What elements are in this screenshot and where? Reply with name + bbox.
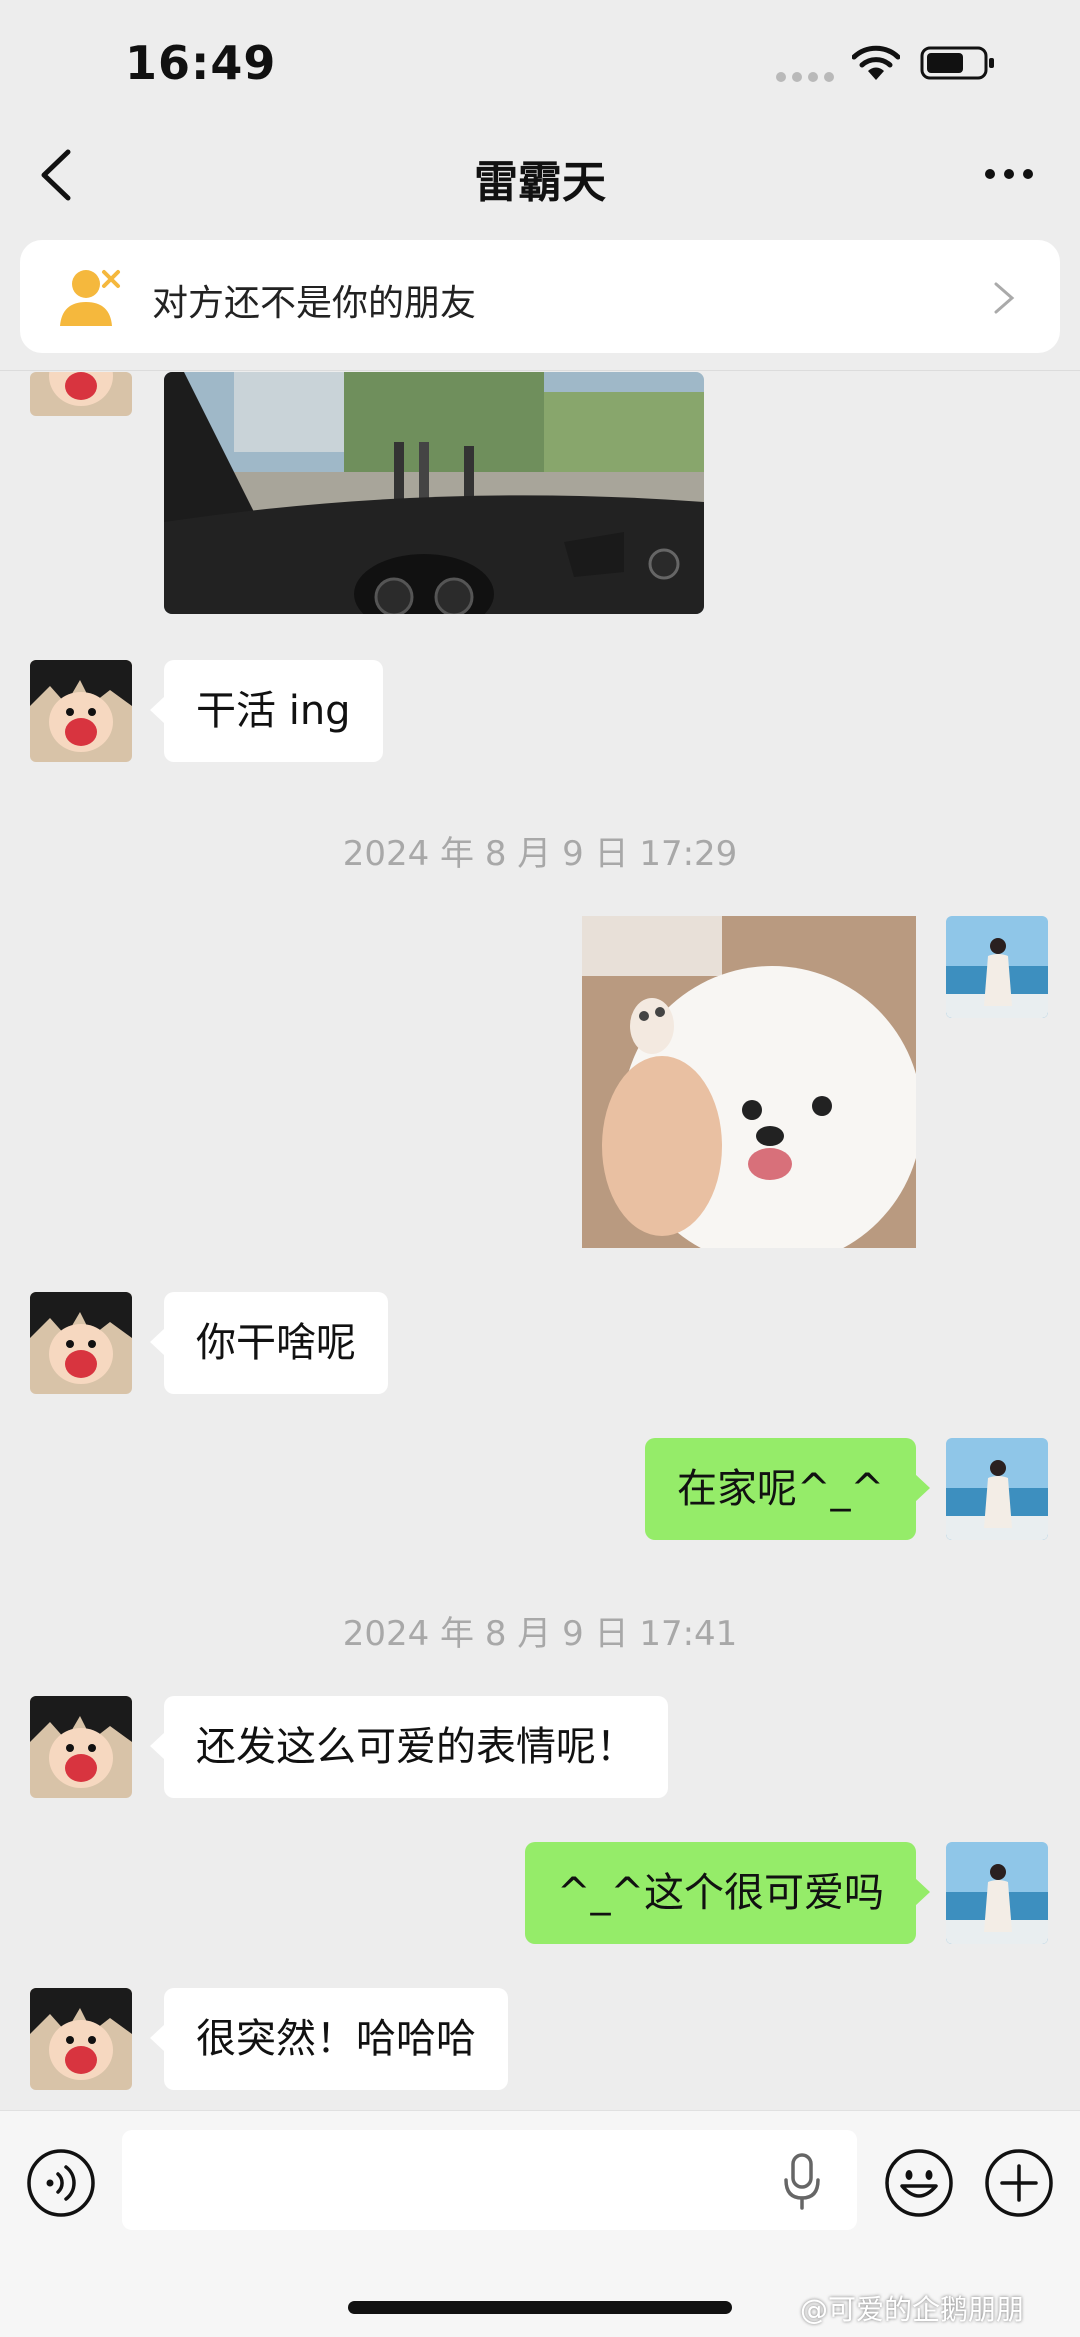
timestamp: 2024 年 8 月 9 日 17:29 <box>342 834 738 874</box>
not-friend-notice[interactable]: 对方还不是你的朋友 <box>20 240 1060 353</box>
notice-text: 对方还不是你的朋友 <box>152 283 477 324</box>
contact-avatar[interactable] <box>30 660 132 762</box>
chat-title: 雷霸天 <box>474 157 606 208</box>
message-bubble-received[interactable]: 干活 ing <box>150 660 383 762</box>
self-avatar[interactable] <box>946 1438 1048 1540</box>
watermark: @可爱的企鹅朋朋 <box>800 2293 1025 2326</box>
user-x-icon <box>60 270 120 326</box>
wifi-icon <box>852 45 900 80</box>
contact-avatar[interactable] <box>30 1696 132 1798</box>
message-bubble-sent[interactable]: 在家呢^_^ <box>644 1438 931 1540</box>
status-time: 16:49 <box>125 36 277 90</box>
message-input[interactable] <box>122 2130 857 2230</box>
self-avatar[interactable] <box>946 1842 1048 1944</box>
voice-icon[interactable] <box>26 2148 96 2218</box>
car-photo[interactable] <box>164 372 704 614</box>
mic-icon[interactable] <box>782 2152 822 2212</box>
message-bubble-received[interactable]: 还发这么可爱的表情呢！ <box>150 1696 668 1798</box>
timestamp: 2024 年 8 月 9 日 17:41 <box>342 1614 738 1654</box>
message-bubble-received[interactable]: 很突然！哈哈哈 <box>150 1988 508 2090</box>
divider <box>0 370 1080 371</box>
message-bubble-sent[interactable]: ^_^这个很可爱吗 <box>524 1842 931 1944</box>
plus-icon[interactable] <box>984 2148 1054 2218</box>
home-indicator[interactable] <box>348 2301 732 2314</box>
battery-icon <box>920 46 994 80</box>
dog-sticker[interactable] <box>582 916 916 1248</box>
contact-avatar[interactable] <box>30 1292 132 1394</box>
emoji-icon[interactable] <box>884 2148 954 2218</box>
contact-avatar[interactable] <box>30 372 132 416</box>
message-bubble-received[interactable]: 你干啥呢 <box>150 1292 388 1394</box>
more-dots-icon[interactable] <box>984 166 1034 182</box>
contact-avatar[interactable] <box>30 1988 132 2090</box>
self-avatar[interactable] <box>946 916 1048 1018</box>
chevron-right-icon <box>994 282 1015 314</box>
